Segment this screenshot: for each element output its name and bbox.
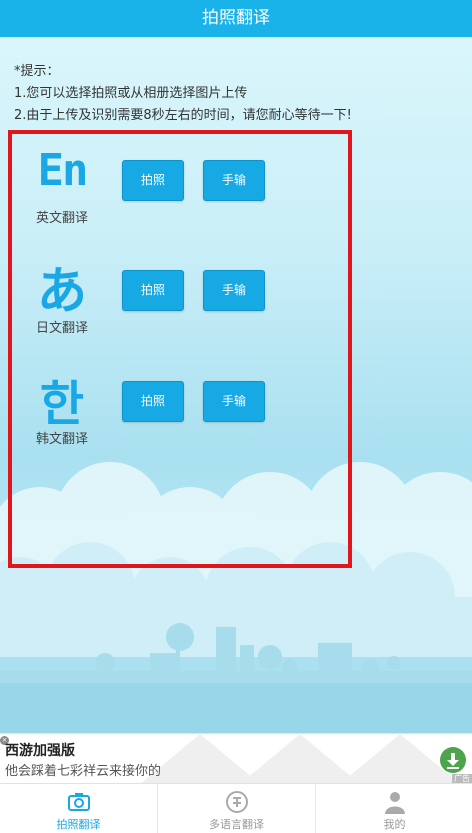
japanese-row: あ 日文翻译 拍照 手输 — [26, 251, 326, 351]
tips-block: *提示： 1.您可以选择拍照或从相册选择图片上传 2.由于上传及识别需要8秒左右… — [14, 61, 352, 127]
bottom-tab-bar: 拍照翻译 多语言翻译 我的 — [0, 783, 472, 833]
app-header: 拍照翻译 — [0, 0, 472, 37]
english-row: En 英文翻译 拍照 手输 — [26, 141, 326, 241]
korean-row: 한 韩文翻译 拍照 手输 — [26, 362, 326, 462]
japanese-handwrite-button[interactable]: 手输 — [203, 270, 265, 311]
ad-subtitle: 他会踩着七彩祥云来接你的 — [5, 764, 162, 779]
japanese-photo-button[interactable]: 拍照 — [122, 270, 184, 311]
korean-handwrite-button[interactable]: 手输 — [203, 381, 265, 422]
japanese-glyph: あ — [37, 262, 87, 320]
tab-multi-language[interactable]: 多语言翻译 — [158, 784, 315, 833]
ad-banner[interactable]: × 西游加强版 他会踩着七彩祥云来接你的 广告 — [0, 733, 472, 784]
tip-line-2: 2.由于上传及识别需要8秒左右的时间，请您耐心等待一下! — [14, 108, 352, 123]
page-title: 拍照翻译 — [202, 8, 270, 28]
translate-icon — [225, 791, 248, 813]
english-glyph: En — [37, 145, 89, 196]
tips-heading: *提示： — [14, 64, 60, 79]
japanese-label: 日文翻译 — [35, 321, 88, 336]
korean-label: 韩文翻译 — [35, 432, 88, 447]
ad-title: 西游加强版 — [5, 743, 75, 759]
main-content: *提示： 1.您可以选择拍照或从相册选择图片上传 2.由于上传及识别需要8秒左右… — [0, 37, 472, 733]
english-photo-button[interactable]: 拍照 — [122, 160, 184, 201]
tip-line-1: 1.您可以选择拍照或从相册选择图片上传 — [14, 86, 248, 101]
camera-icon — [67, 793, 90, 811]
download-icon[interactable] — [440, 747, 466, 773]
tab-photo-translate[interactable]: 拍照翻译 — [0, 784, 157, 833]
tab-label-multi: 多语言翻译 — [209, 818, 264, 831]
korean-photo-button[interactable]: 拍照 — [122, 381, 184, 422]
english-label: 英文翻译 — [35, 211, 88, 226]
korean-glyph: 한 — [39, 376, 85, 432]
user-icon — [384, 792, 405, 814]
tab-label-mine: 我的 — [383, 818, 406, 831]
tab-mine[interactable]: 我的 — [316, 784, 472, 833]
english-handwrite-button[interactable]: 手输 — [203, 160, 265, 201]
tab-label-photo: 拍照翻译 — [56, 818, 101, 831]
